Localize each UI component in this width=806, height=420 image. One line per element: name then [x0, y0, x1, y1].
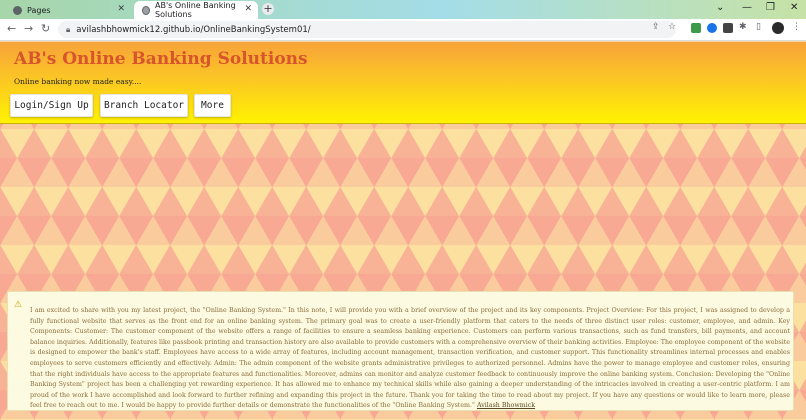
more-button[interactable]: More	[194, 94, 231, 117]
globe-icon	[142, 5, 151, 15]
tab-strip: Pages ✕ AB's Online Banking Solutions ✕ …	[0, 0, 806, 19]
tab-search-icon[interactable]: ⌄	[716, 2, 724, 13]
lock-icon[interactable]: 🔒︎	[66, 25, 70, 35]
menu-icon[interactable]: ⋮	[792, 22, 801, 32]
header-banner: AB's Online Banking Solutions Online ban…	[0, 42, 806, 124]
sidebar-icon[interactable]: ▯	[756, 22, 761, 32]
url-text: avilashbhowmick12.github.io/OnlineBankin…	[76, 24, 311, 35]
extensions-icon[interactable]: ✱	[739, 22, 747, 32]
back-icon[interactable]: ←	[7, 22, 16, 35]
share-icon[interactable]: ⇪	[652, 22, 660, 32]
tab-title: AB's Online Banking Solutions	[155, 1, 236, 19]
branch-locator-button[interactable]: Branch Locator	[100, 94, 188, 117]
minimize-icon[interactable]: —	[742, 2, 752, 13]
forward-icon[interactable]: →	[24, 22, 33, 35]
page-body: AB's Online Banking Solutions Online ban…	[0, 42, 806, 420]
browser-toolbar: ← → ↻ 🔒︎ avilashbhowmick12.github.io/Onl…	[0, 19, 806, 41]
close-icon[interactable]: ✕	[244, 4, 252, 14]
tab-title: Pages	[27, 5, 51, 15]
star-icon[interactable]: ☆	[668, 22, 676, 32]
tab-active[interactable]: AB's Online Banking Solutions ✕	[134, 1, 258, 19]
notice-text: I am excited to share with you my latest…	[30, 306, 790, 412]
avatar[interactable]	[772, 22, 784, 34]
tab-pages[interactable]: Pages ✕	[5, 1, 131, 19]
login-signup-button[interactable]: Login/Sign Up	[10, 94, 93, 117]
site-tagline: Online banking now made easy....	[14, 77, 142, 86]
new-tab-button[interactable]: +	[262, 3, 274, 15]
close-icon[interactable]: ✕	[117, 4, 125, 14]
author-link[interactable]: Avilash Bhowmick	[477, 402, 535, 409]
extension-icon[interactable]	[691, 23, 701, 33]
reload-icon[interactable]: ↻	[41, 22, 50, 35]
window-close-icon[interactable]: ✕	[790, 2, 798, 13]
notice-body: I am excited to share with you my latest…	[30, 307, 790, 410]
github-icon	[13, 5, 22, 15]
extension-icon[interactable]	[723, 23, 733, 33]
extension-icon[interactable]	[707, 23, 717, 33]
site-title: AB's Online Banking Solutions	[14, 49, 308, 69]
project-notice: ⚠ I am excited to share with you my late…	[7, 291, 794, 411]
maximize-icon[interactable]: ❐	[766, 2, 775, 13]
address-bar[interactable]: 🔒︎ avilashbhowmick12.github.io/OnlineBan…	[58, 21, 676, 38]
warning-icon: ⚠	[14, 300, 23, 310]
